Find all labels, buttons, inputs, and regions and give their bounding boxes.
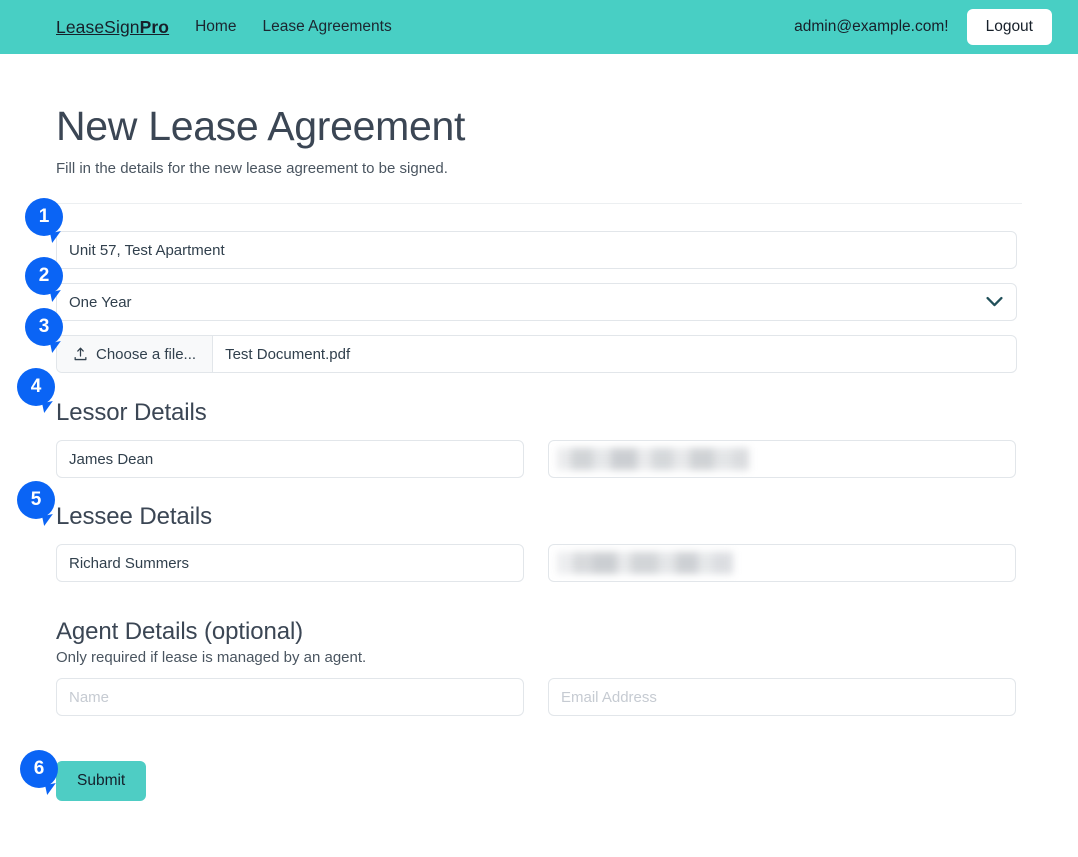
lessor-name-input[interactable] <box>56 440 524 479</box>
brand-logo[interactable]: LeaseSignPro <box>56 17 169 38</box>
agent-fields-row <box>56 678 1022 717</box>
lessor-email-input[interactable] <box>548 440 1016 479</box>
step-badge-5: 5 <box>17 481 55 519</box>
agent-email-input[interactable] <box>548 678 1016 717</box>
brand-name-suffix: Pro <box>139 16 170 37</box>
step-badge-4: 4 <box>17 368 55 406</box>
step-badge-1: 1 <box>25 198 63 236</box>
logout-button[interactable]: Logout <box>966 9 1052 45</box>
step-badge-3: 3 <box>25 308 63 346</box>
navbar-right-group: admin@example.com! Logout <box>794 9 1052 45</box>
lease-term-select[interactable]: One Year <box>56 283 1017 322</box>
agent-section-heading: Agent Details (optional) <box>56 618 304 646</box>
redacted-content <box>557 448 749 471</box>
lessee-section-heading: Lessee Details <box>56 503 213 531</box>
top-navbar: LeaseSignPro Home Lease Agreements admin… <box>0 0 1078 54</box>
page-content: New Lease Agreement Fill in the details … <box>0 103 1078 801</box>
redacted-content <box>557 552 733 575</box>
upload-icon <box>73 347 88 362</box>
step-badge-2: 2 <box>25 257 63 295</box>
document-upload-row: Choose a file... Test Document.pdf <box>56 335 1022 374</box>
agent-section-note: Only required if lease is managed by an … <box>56 649 367 667</box>
submit-row: Submit <box>56 761 1022 801</box>
step-badge-6: 6 <box>20 750 58 788</box>
choose-file-button[interactable]: Choose a file... <box>57 336 214 373</box>
lessor-fields-row <box>56 440 1022 479</box>
lessor-section-heading: Lessor Details <box>56 399 207 427</box>
current-user-email: admin@example.com! <box>794 18 949 35</box>
brand-name-primary: LeaseSign <box>56 16 140 37</box>
page-subtitle: Fill in the details for the new lease ag… <box>56 160 448 178</box>
nav-link-lease-agreements[interactable]: Lease Agreements <box>262 18 391 36</box>
lessee-name-input[interactable] <box>56 544 524 583</box>
navbar-left-group: LeaseSignPro Home Lease Agreements <box>56 17 392 38</box>
page-title: New Lease Agreement <box>56 103 466 149</box>
nav-link-home[interactable]: Home <box>195 18 236 36</box>
property-address-input[interactable] <box>56 231 1017 270</box>
choose-file-label: Choose a file... <box>96 345 197 363</box>
lessee-email-input[interactable] <box>548 544 1016 583</box>
submit-button[interactable]: Submit <box>56 761 147 801</box>
lease-term-field-row: One Year <box>56 283 1022 322</box>
header-divider <box>56 203 1022 205</box>
property-field-row <box>56 231 1022 270</box>
agent-name-input[interactable] <box>56 678 524 717</box>
selected-file-name: Test Document.pdf <box>225 345 351 363</box>
lessee-fields-row <box>56 544 1022 583</box>
